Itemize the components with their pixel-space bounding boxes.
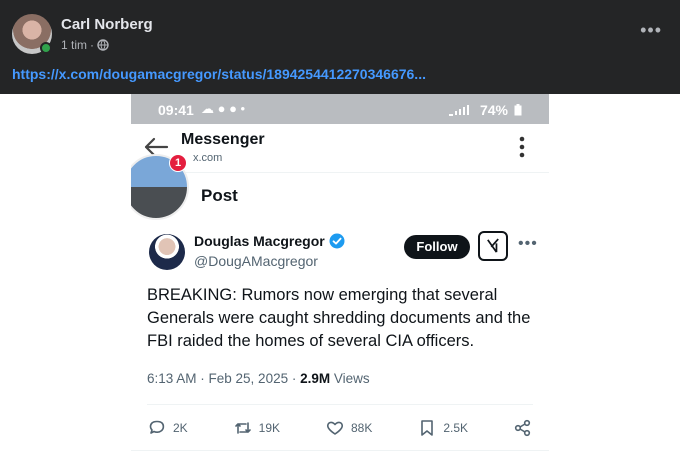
bookmark-icon [421,420,434,436]
divider [147,404,533,405]
bookmark-count: 2.5K [443,421,468,435]
battery-level: 74% [479,102,508,118]
verified-badge-icon [329,233,345,249]
globe-icon [97,39,109,51]
kebab-menu-icon[interactable] [519,136,525,158]
reply-icon [149,420,165,434]
heart-icon [326,421,344,435]
grok-icon[interactable] [478,231,508,261]
follow-button[interactable]: Follow [404,235,470,259]
status-time: 09:41 [158,102,194,118]
tweet-author-avatar[interactable] [149,234,185,270]
facebook-post-header: Carl Norberg 1 tim · ••• https://x.com/d… [0,0,680,94]
tweet-author-handle[interactable]: @DougAMacgregor [194,253,318,269]
share-icon [514,419,531,437]
app-bar: Messenger x.com [131,124,549,172]
share-button[interactable] [513,418,533,438]
divider [131,450,549,451]
tweet-actions: 2K 19K 88K 2.5K [147,416,533,440]
signal-icon [448,105,469,116]
battery-icon [514,104,522,116]
divider [131,172,549,173]
status-right: 74% [448,102,522,118]
tweet-text: BREAKING: Rumors now emerging that sever… [147,286,531,350]
status-bar: 09:41 ☁ ● ● • 74% [131,94,549,124]
repost-button[interactable]: 19K [233,418,280,438]
app-title: Messenger [181,131,265,148]
tweet-views-count: 2.9M [300,371,331,386]
post-title: Post [201,186,238,205]
tweet-date[interactable]: 6:13 AM · Feb 25, 2025 · [147,371,300,386]
tweet-views-label: Views [330,371,370,386]
tweet-author-name[interactable]: Douglas Macgregor [194,233,325,249]
notification-badge: 1 [169,154,187,172]
shared-screenshot: 09:41 ☁ ● ● • 74% Messenger x.com 1 Post… [131,94,549,453]
shared-link[interactable]: https://x.com/dougamacgregor/status/1894… [12,66,426,82]
meta-separator: · [90,38,95,52]
app-subtitle: x.com [193,152,223,164]
more-options-icon[interactable]: ••• [640,20,662,41]
post-meta: 1 tim · [61,38,109,52]
repost-count: 19K [258,421,281,435]
reply-count: 2K [173,421,188,435]
tweet-author-name-row[interactable]: Douglas Macgregor [194,233,345,249]
like-button[interactable]: 88K [325,418,372,438]
reply-button[interactable]: 2K [147,418,188,438]
tweet-timestamp: 6:13 AM · Feb 25, 2025 · 2.9M Views [147,371,370,386]
bookmark-button[interactable]: 2.5K [417,418,468,438]
tweet-more-icon[interactable]: ••• [518,235,538,253]
post-author-name[interactable]: Carl Norberg [61,16,153,33]
status-icons: ☁ ● ● • [201,101,246,116]
post-time[interactable]: 1 tim [61,38,87,52]
repost-icon [234,422,251,434]
like-count: 88K [350,421,373,435]
online-status-icon [40,42,52,54]
